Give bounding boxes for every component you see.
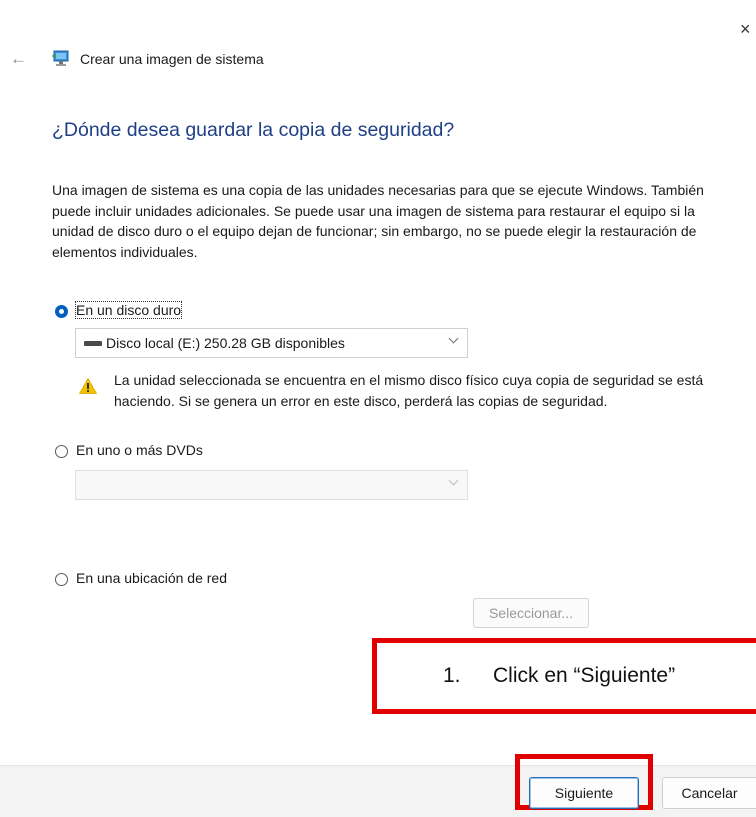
chevron-down-icon: [448, 333, 459, 344]
window-title: Crear una imagen de sistema: [80, 51, 264, 67]
radio-dvd-label[interactable]: En uno o más DVDs: [76, 442, 203, 458]
warning-triangle-icon: [79, 378, 97, 394]
annotation-text: Click en “Siguiente”: [493, 664, 676, 687]
radio-network-label[interactable]: En una ubicación de red: [76, 570, 227, 586]
radio-dvd[interactable]: [55, 445, 68, 458]
annotation-step-number: 1.: [443, 664, 461, 687]
hard-drive-icon: [84, 341, 102, 346]
select-network-location-button[interactable]: Seleccionar...: [473, 598, 589, 628]
page-heading: ¿Dónde desea guardar la copia de segurid…: [52, 119, 455, 141]
backup-restore-icon: [52, 50, 69, 66]
hard-disk-drive-value: Disco local (E:) 250.28 GB disponibles: [106, 335, 345, 351]
dvd-drive-dropdown[interactable]: [75, 470, 468, 500]
back-arrow-icon[interactable]: ←: [10, 50, 27, 67]
cancel-button[interactable]: Cancelar: [662, 777, 756, 809]
page-description: Una imagen de sistema es una copia de la…: [52, 182, 704, 260]
radio-hard-disk[interactable]: [55, 305, 68, 318]
close-icon[interactable]: ×: [740, 20, 751, 38]
radio-network[interactable]: [55, 573, 68, 586]
next-button[interactable]: Siguiente: [529, 777, 639, 809]
hard-disk-drive-dropdown[interactable]: Disco local (E:) 250.28 GB disponibles: [75, 328, 468, 358]
chevron-down-icon: [448, 475, 459, 486]
radio-hard-disk-label[interactable]: En un disco duro: [74, 301, 183, 319]
same-disk-warning: La unidad seleccionada se encuentra en e…: [114, 372, 704, 409]
